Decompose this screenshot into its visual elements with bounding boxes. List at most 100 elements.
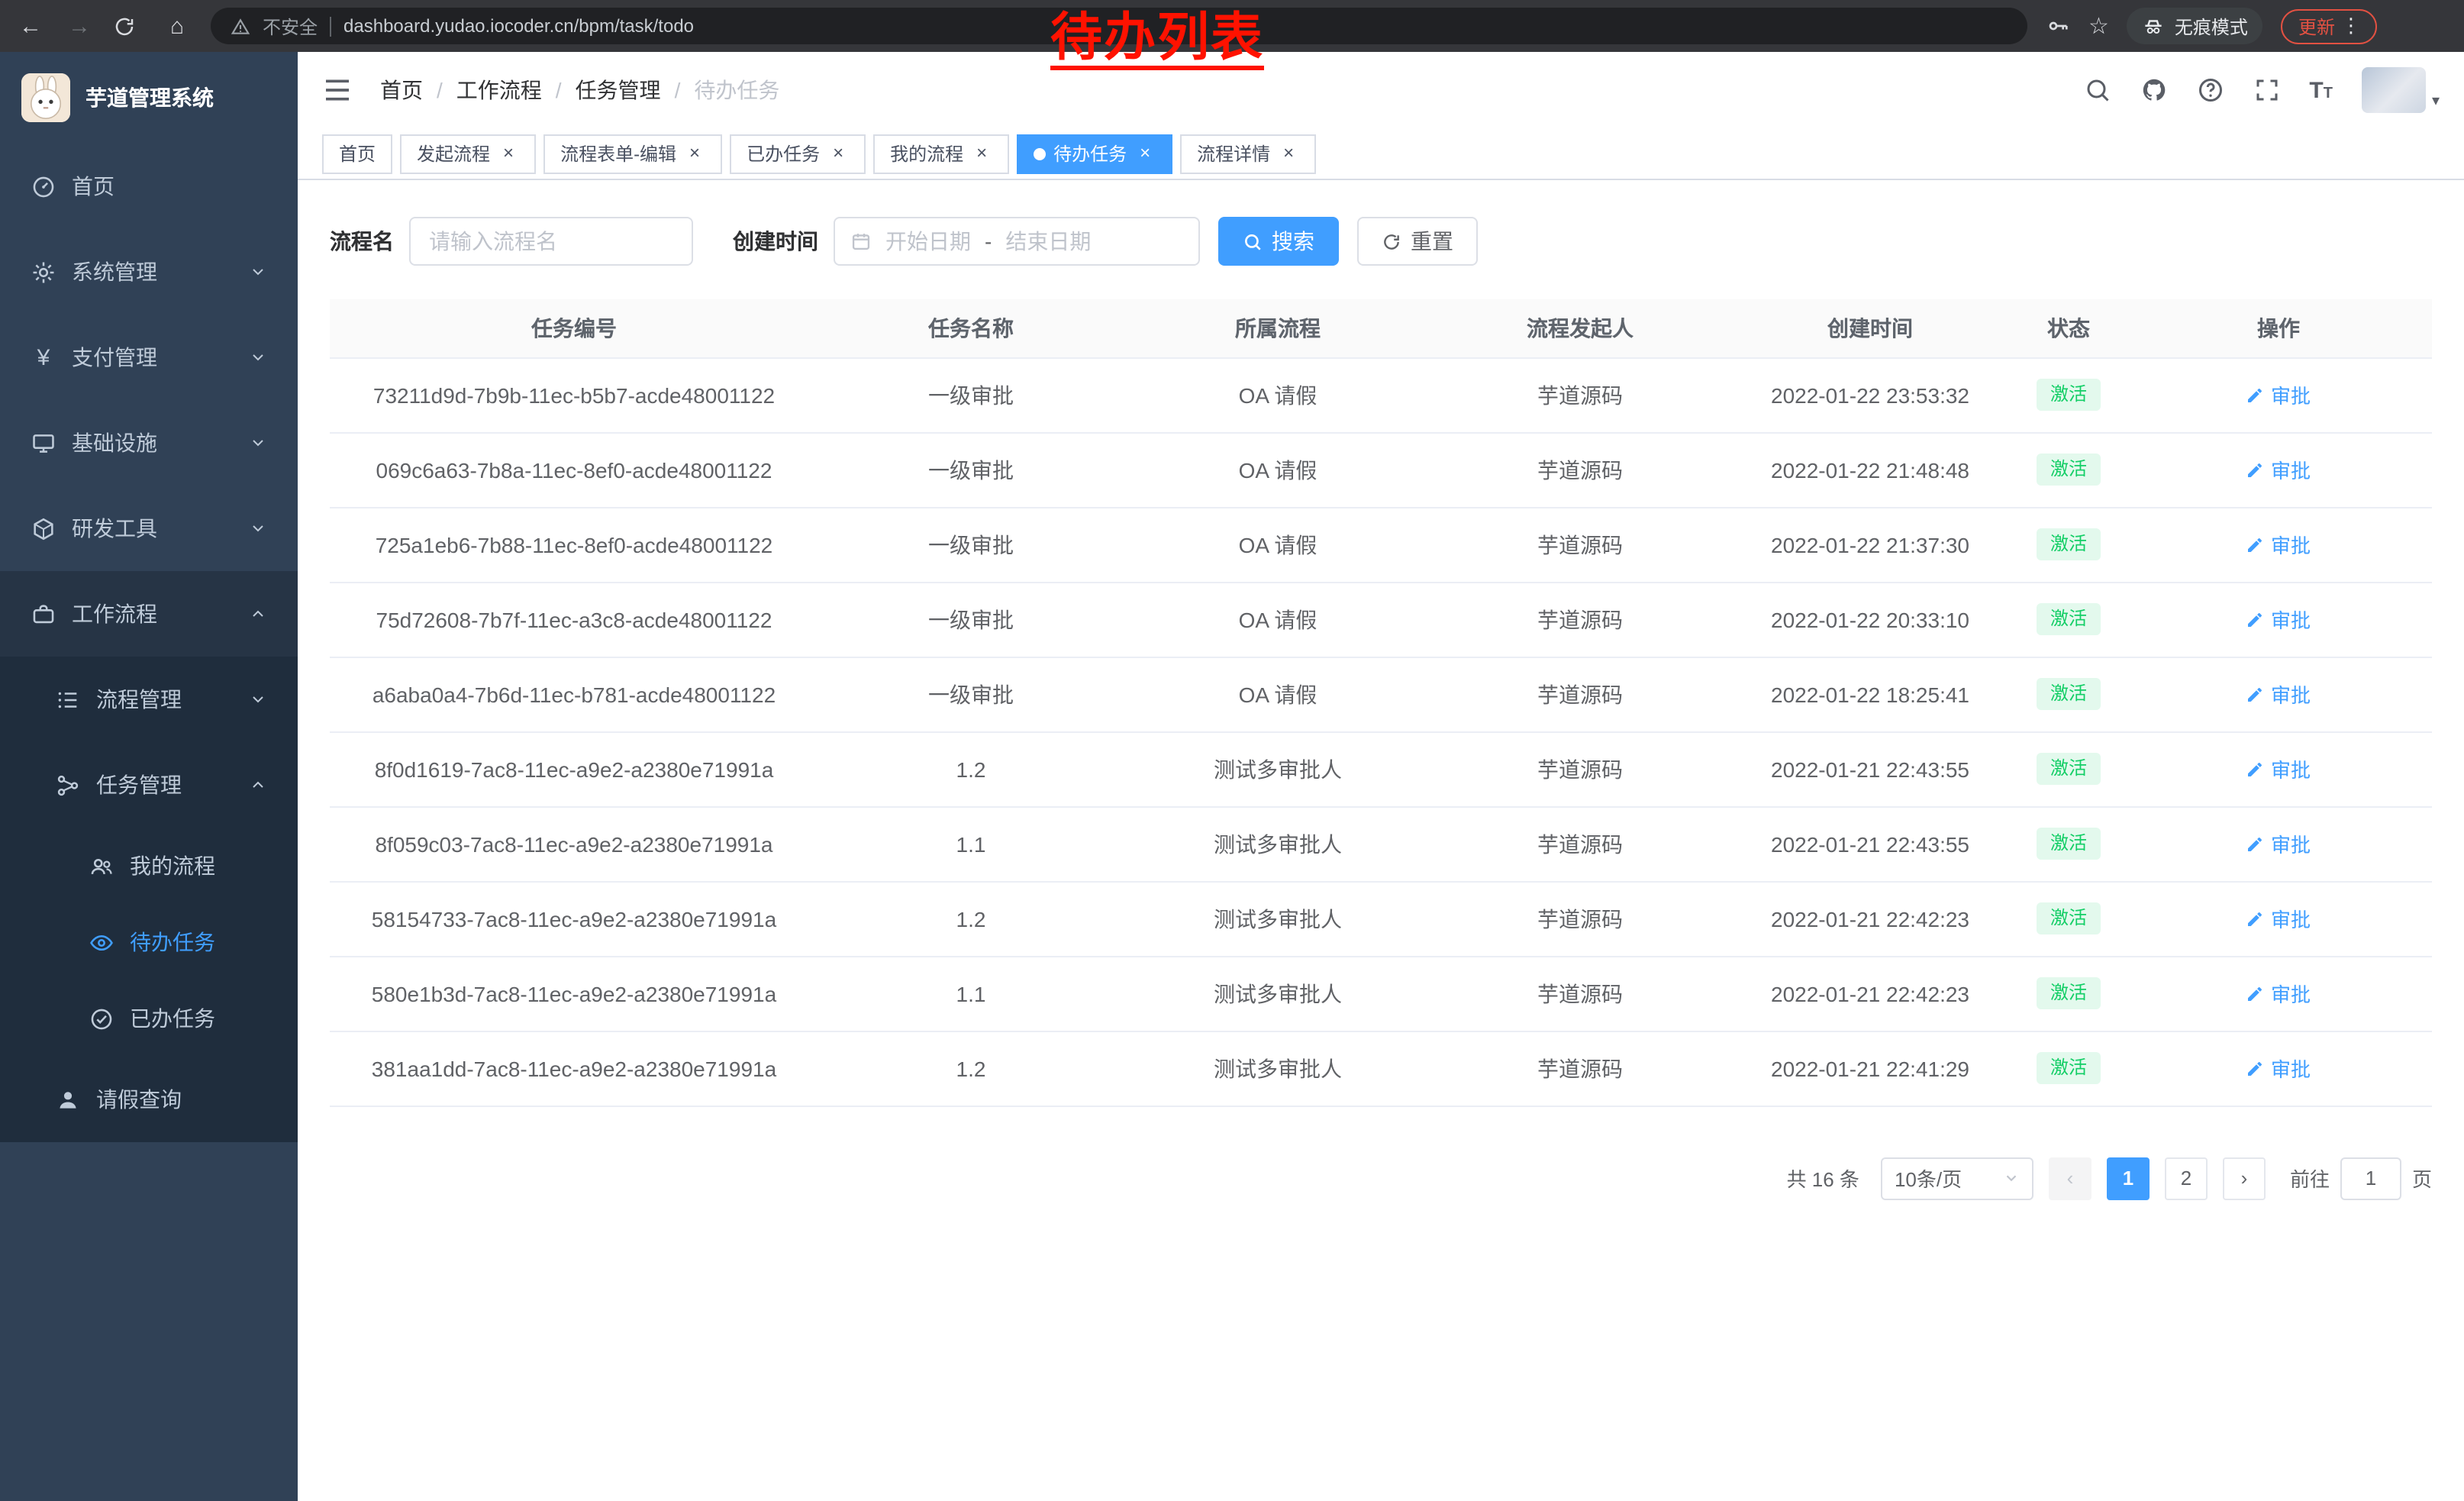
sidebar-item-done-task[interactable]: 已办任务 (0, 980, 298, 1057)
cell-process: 测试多审批人 (1124, 806, 1432, 881)
people-icon (89, 853, 114, 879)
sidebar-item-devtools[interactable]: 研发工具 (0, 486, 298, 571)
cell-task-name: 1.1 (818, 956, 1124, 1031)
pencil-icon (2246, 535, 2265, 554)
sidebar-item-label: 系统管理 (72, 257, 157, 287)
browser-refresh-icon[interactable] (113, 15, 144, 37)
page-size-select[interactable]: 10条/页 (1881, 1157, 2033, 1199)
fullscreen-icon[interactable] (2253, 76, 2280, 104)
cell-task-id: 8f059c03-7ac8-11ec-a9e2-a2380e71991a (330, 806, 818, 881)
view-tab[interactable]: 已办任务 × (730, 134, 866, 173)
view-tab[interactable]: 流程详情 × (1180, 134, 1316, 173)
sidebar-item-infra[interactable]: 基础设施 (0, 400, 298, 486)
prev-page-button[interactable]: ‹ (2049, 1157, 2091, 1199)
user-menu[interactable]: ▾ (2362, 67, 2440, 113)
tab-close-icon[interactable]: × (827, 143, 849, 164)
font-size-icon[interactable]: TT (2309, 77, 2333, 103)
tab-close-icon[interactable]: × (1278, 143, 1299, 164)
pencil-icon (2246, 984, 2265, 1002)
cell-task-id: 381aa1dd-7ac8-11ec-a9e2-a2380e71991a (330, 1031, 818, 1106)
tab-close-icon[interactable]: × (971, 143, 992, 164)
status-badge: 激活 (2037, 677, 2101, 710)
view-tab[interactable]: 发起流程 × (400, 134, 536, 173)
sidebar-item-process-mgmt[interactable]: 流程管理 (0, 657, 298, 742)
help-icon[interactable] (2196, 76, 2224, 104)
sidebar-item-todo-task[interactable]: 待办任务 (0, 904, 298, 980)
tab-close-icon[interactable]: × (1134, 143, 1156, 164)
security-label: 不安全 (263, 13, 318, 39)
breadcrumb-home[interactable]: 首页 (380, 75, 423, 105)
tab-close-icon[interactable]: × (684, 143, 705, 164)
tab-label: 已办任务 (747, 140, 820, 166)
incognito-spy-icon (2143, 15, 2166, 37)
sidebar-item-workflow[interactable]: 工作流程 (0, 571, 298, 657)
approve-link[interactable]: 审批 (2246, 904, 2311, 933)
breadcrumb-task-mgmt[interactable]: 任务管理 (576, 75, 661, 105)
page-url: dashboard.yudao.iocoder.cn/bpm/task/todo (343, 15, 694, 37)
approve-link[interactable]: 审批 (2246, 455, 2311, 484)
pencil-icon (2246, 386, 2265, 404)
sidebar-collapse-icon[interactable] (322, 75, 353, 105)
cell-process: 测试多审批人 (1124, 956, 1432, 1031)
approve-link[interactable]: 审批 (2246, 679, 2311, 709)
reset-button[interactable]: 重置 (1357, 217, 1478, 266)
breadcrumb-workflow[interactable]: 工作流程 (456, 75, 542, 105)
page-button-1[interactable]: 1 (2107, 1157, 2150, 1199)
col-task-name: 任务名称 (818, 299, 1124, 357)
sidebar-item-my-process[interactable]: 我的流程 (0, 828, 298, 904)
view-tab[interactable]: 我的流程 × (873, 134, 1009, 173)
table-row: 58154733-7ac8-11ec-a9e2-a2380e71991a 1.2… (330, 881, 2432, 956)
password-key-icon[interactable] (2046, 14, 2070, 38)
cell-task-name: 1.2 (818, 731, 1124, 806)
chevron-down-icon (2003, 1170, 2020, 1186)
calendar-icon (850, 231, 872, 252)
update-button[interactable]: 更新 ⋮ (2282, 8, 2378, 44)
refresh-icon (1382, 231, 1401, 251)
table-row: 8f0d1619-7ac8-11ec-a9e2-a2380e71991a 1.2… (330, 731, 2432, 806)
sidebar-item-leave-query[interactable]: 请假查询 (0, 1057, 298, 1142)
search-icon[interactable] (2083, 76, 2111, 104)
browser-forward-icon[interactable]: → (64, 13, 95, 39)
date-range-picker[interactable]: 开始日期 - 结束日期 (834, 217, 1200, 266)
sidebar-item-payment[interactable]: ¥ 支付管理 (0, 315, 298, 400)
omnibox-divider (330, 16, 331, 36)
cell-create-time: 2022-01-21 22:43:55 (1728, 806, 2012, 881)
browser-back-icon[interactable]: ← (15, 13, 46, 39)
status-badge: 激活 (2037, 528, 2101, 560)
approve-link[interactable]: 审批 (2246, 754, 2311, 783)
pencil-icon (2246, 834, 2265, 853)
status-badge: 激活 (2037, 827, 2101, 860)
sidebar-item-task-mgmt[interactable]: 任务管理 (0, 742, 298, 828)
status-badge: 激活 (2037, 1051, 2101, 1084)
approve-link[interactable]: 审批 (2246, 1054, 2311, 1083)
cell-starter: 芋道源码 (1432, 806, 1728, 881)
github-icon[interactable] (2140, 76, 2167, 104)
page-button-2[interactable]: 2 (2165, 1157, 2208, 1199)
approve-link[interactable]: 审批 (2246, 605, 2311, 634)
incognito-label: 无痕模式 (2175, 13, 2248, 39)
view-tab[interactable]: 首页 × (322, 134, 392, 173)
view-tab[interactable]: 流程表单-编辑 × (543, 134, 722, 173)
sidebar-item-system[interactable]: 系统管理 (0, 229, 298, 315)
next-page-button[interactable]: › (2223, 1157, 2266, 1199)
incognito-badge: 无痕模式 (2127, 8, 2263, 44)
view-tab[interactable]: 待办任务 × (1017, 134, 1172, 173)
cell-process: OA 请假 (1124, 657, 1432, 731)
breadcrumb-separator: / (437, 78, 443, 102)
cell-starter: 芋道源码 (1432, 357, 1728, 432)
approve-link[interactable]: 审批 (2246, 380, 2311, 409)
tab-close-icon[interactable]: × (498, 143, 519, 164)
approve-link[interactable]: 审批 (2246, 530, 2311, 559)
table-row: 8f059c03-7ac8-11ec-a9e2-a2380e71991a 1.1… (330, 806, 2432, 881)
browser-menu-icon[interactable]: ⋮ (2341, 14, 2361, 38)
approve-link[interactable]: 审批 (2246, 979, 2311, 1008)
sidebar-item-home[interactable]: 首页 (0, 144, 298, 229)
bookmark-star-icon[interactable]: ☆ (2088, 12, 2109, 40)
search-button[interactable]: 搜索 (1218, 217, 1339, 266)
tab-label: 我的流程 (890, 140, 963, 166)
approve-link[interactable]: 审批 (2246, 829, 2311, 858)
goto-page-input[interactable] (2340, 1157, 2401, 1199)
browser-home-icon[interactable]: ⌂ (162, 13, 192, 39)
table-row: a6aba0a4-7b6d-11ec-b781-acde48001122 一级审… (330, 657, 2432, 731)
process-name-input[interactable] (409, 217, 693, 266)
